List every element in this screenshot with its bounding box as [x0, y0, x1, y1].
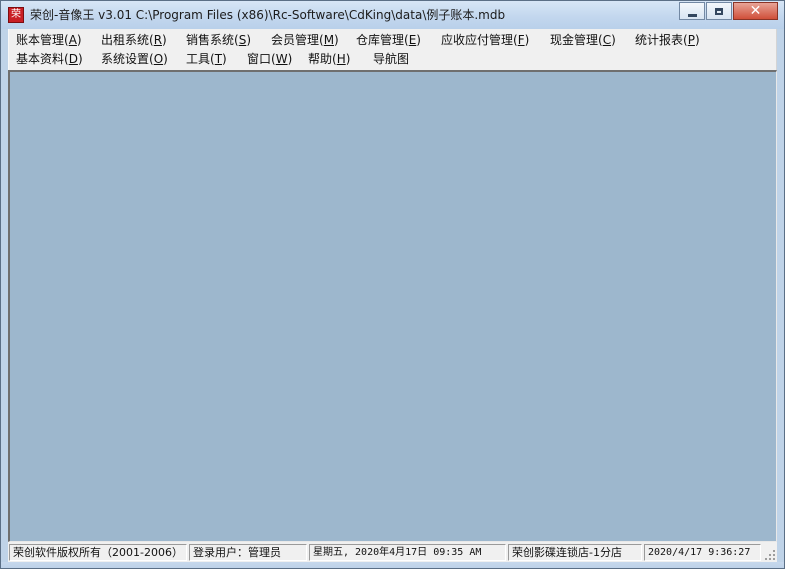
menu-account-books[interactable]: 账本管理(A)	[16, 31, 82, 49]
main-window: 荣 荣创-音像王 v3.01 C:\Program Files (x86)\Rc…	[0, 0, 785, 569]
menu-member-management[interactable]: 会员管理(M)	[271, 31, 339, 49]
menu-cash-management[interactable]: 现金管理(C)	[550, 31, 616, 49]
status-bar: 荣创软件版权所有（2001-2006） 登录用户：管理员 星期五, 2020年4…	[8, 542, 777, 562]
window-frame-bottom	[1, 562, 784, 568]
minimize-icon	[687, 13, 697, 17]
restore-button[interactable]	[706, 2, 732, 20]
menu-navigation-map[interactable]: 导航图	[373, 50, 409, 68]
status-copyright: 荣创软件版权所有（2001-2006）	[9, 544, 187, 561]
restore-icon	[715, 7, 723, 15]
caption-buttons: ✕	[678, 2, 778, 22]
menu-system-settings[interactable]: 系统设置(O)	[101, 50, 168, 68]
mdi-workspace[interactable]	[8, 70, 777, 542]
menu-tools[interactable]: 工具(T)	[186, 50, 227, 68]
menu-help[interactable]: 帮助(H)	[308, 50, 350, 68]
menu-warehouse-management[interactable]: 仓库管理(E)	[356, 31, 421, 49]
menu-row-2: 基本资料(D) 系统设置(O) 工具(T) 窗口(W) 帮助(H) 导航图	[9, 50, 776, 69]
minimize-button[interactable]	[679, 2, 705, 20]
menu-statistics-reports[interactable]: 统计报表(P)	[635, 31, 700, 49]
menu-row-1: 账本管理(A) 出租系统(R) 销售系统(S) 会员管理(M) 仓库管理(E) …	[9, 31, 776, 50]
menu-bar: 账本管理(A) 出租系统(R) 销售系统(S) 会员管理(M) 仓库管理(E) …	[8, 29, 777, 70]
close-icon: ✕	[749, 3, 762, 19]
menu-basic-data[interactable]: 基本资料(D)	[16, 50, 83, 68]
window-title: 荣创-音像王 v3.01 C:\Program Files (x86)\Rc-S…	[30, 8, 506, 22]
resize-grip-icon[interactable]	[764, 549, 776, 561]
status-store: 荣创影碟连锁店-1分店	[508, 544, 642, 561]
app-seal-icon[interactable]: 荣	[8, 7, 24, 23]
title-bar[interactable]: 荣 荣创-音像王 v3.01 C:\Program Files (x86)\Rc…	[1, 1, 784, 29]
menu-window[interactable]: 窗口(W)	[247, 50, 292, 68]
status-login-user: 登录用户：管理员	[189, 544, 307, 561]
status-date-time: 星期五, 2020年4月17日 09:35 AM	[309, 544, 506, 561]
menu-rental-system[interactable]: 出租系统(R)	[101, 31, 167, 49]
menu-receivables-payables[interactable]: 应收应付管理(F)	[441, 31, 529, 49]
status-timestamp: 2020/4/17 9:36:27	[644, 544, 761, 561]
menu-sales-system[interactable]: 销售系统(S)	[186, 31, 251, 49]
close-button[interactable]: ✕	[733, 2, 778, 20]
